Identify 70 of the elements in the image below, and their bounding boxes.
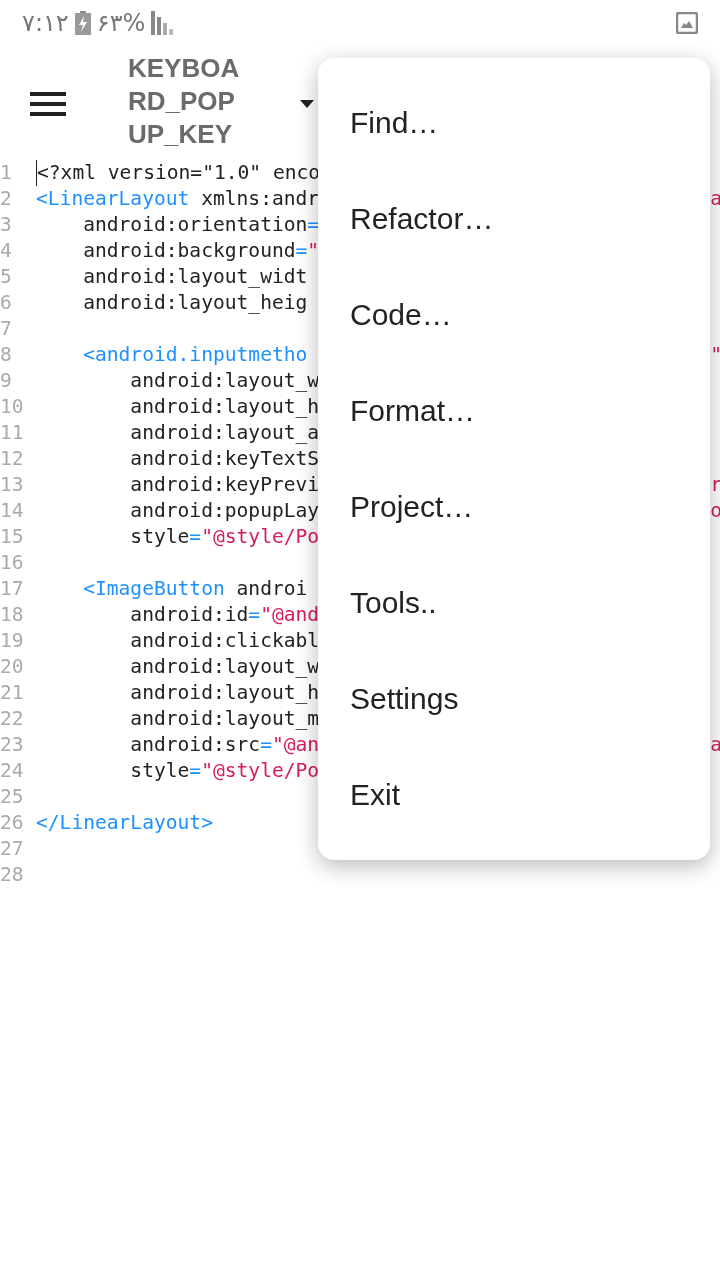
line-number: 10: [0, 394, 25, 420]
code-fragment: a: [710, 186, 720, 212]
code-line: android:layout_widt: [82, 264, 308, 290]
code-line: android:layout_h: [129, 680, 320, 706]
code-line: </LinearLayout>: [36, 810, 213, 836]
code-line: android:popupLay: [129, 498, 320, 524]
code-line: <?xml version="1.0" enco: [37, 160, 321, 186]
code-line: android:layout_m: [129, 706, 320, 732]
line-number: 24: [0, 758, 25, 784]
line-number: 25: [0, 784, 25, 810]
image-icon: [676, 12, 698, 34]
code-line: <LinearLayout xmlns:andr: [36, 186, 320, 212]
line-number: 5: [0, 264, 13, 290]
line-number: 18: [0, 602, 25, 628]
line-number: 8: [0, 342, 13, 368]
code-line: android:layout_h: [129, 394, 320, 420]
code-fragment: o: [710, 498, 720, 524]
line-number: 20: [0, 654, 25, 680]
code-line: android:layout_a: [129, 420, 320, 446]
code-line: style="@style/Po: [129, 758, 320, 784]
code-line: android:background=": [82, 238, 320, 264]
code-line: style="@style/Po: [129, 524, 320, 550]
line-number: 21: [0, 680, 25, 706]
clock: ۷:۱۲: [22, 9, 69, 37]
line-number: 26: [0, 810, 25, 836]
menu-item[interactable]: Exit: [318, 747, 710, 843]
code-fragment: a: [710, 732, 720, 758]
menu-item[interactable]: Find…: [318, 75, 710, 171]
line-number: 17: [0, 576, 25, 602]
menu-icon[interactable]: [30, 92, 66, 116]
line-number: 6: [0, 290, 13, 316]
line-number: 28: [0, 862, 25, 888]
menu-item[interactable]: Format…: [318, 363, 710, 459]
code-line: android:orientation=: [82, 212, 320, 238]
line-number: 14: [0, 498, 25, 524]
code-line: android:id="@and: [129, 602, 320, 628]
file-title: KEYBOARD_POPUP_KEY: [128, 52, 241, 151]
code-line: <android.inputmetho: [82, 342, 308, 368]
code-fragment: ": [710, 342, 720, 368]
code-line: android:layout_w: [129, 654, 320, 680]
line-number: 16: [0, 550, 25, 576]
line-number: 1: [0, 160, 13, 186]
code-line: android:layout_w: [129, 368, 320, 394]
line-number: 22: [0, 706, 25, 732]
line-number: 11: [0, 420, 25, 446]
code-line: android:clickabl: [129, 628, 320, 654]
menu-item[interactable]: Project…: [318, 459, 710, 555]
line-number: 27: [0, 836, 25, 862]
line-number: 23: [0, 732, 25, 758]
menu-item[interactable]: Code…: [318, 267, 710, 363]
line-number: 19: [0, 628, 25, 654]
line-number: 12: [0, 446, 25, 472]
line-number: 2: [0, 186, 13, 212]
line-number: 13: [0, 472, 25, 498]
dropdown-triangle-icon[interactable]: [300, 100, 314, 108]
code-line: android:keyTextS: [129, 446, 320, 472]
menu-item[interactable]: Settings: [318, 651, 710, 747]
battery-level: ۶۳%: [96, 9, 146, 37]
line-number: 9: [0, 368, 13, 394]
line-number: 4: [0, 238, 13, 264]
line-number: 7: [0, 316, 13, 342]
menu-item[interactable]: Tools..: [318, 555, 710, 651]
code-line: <ImageButton androi: [82, 576, 308, 602]
battery-charging-icon: [74, 11, 91, 35]
code-line: android:src="@an: [129, 732, 320, 758]
line-number: 15: [0, 524, 25, 550]
menu-item[interactable]: Refactor…: [318, 171, 710, 267]
line-number: 3: [0, 212, 13, 238]
code-line: android:layout_heig: [82, 290, 308, 316]
code-line: android:keyPrevi: [129, 472, 320, 498]
